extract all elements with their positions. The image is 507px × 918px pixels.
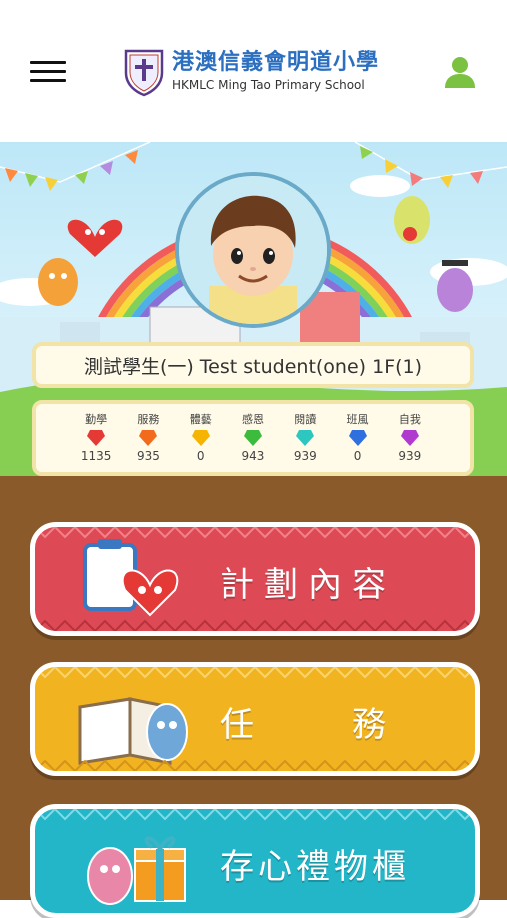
school-logo: 港澳信義會明道小學 HKMLC Ming Tao Primary School <box>122 44 379 100</box>
gift-cabinet-button[interactable]: 存心禮物櫃 <box>30 804 480 918</box>
score-label: 自我 <box>398 413 421 426</box>
orange-heart-gem-icon <box>139 430 158 446</box>
boy-avatar-icon <box>179 176 327 324</box>
zigzag-decoration <box>35 619 475 631</box>
blue-heart-gem-icon <box>348 430 367 446</box>
zigzag-decoration <box>35 809 475 821</box>
gift-mascot-icon <box>87 836 186 905</box>
teal-heart-gem-icon <box>296 430 315 446</box>
green-heart-gem-icon <box>243 430 262 446</box>
score-value: 939 <box>293 449 317 463</box>
task-button[interactable]: 任 務 <box>30 662 480 776</box>
score-value: 939 <box>398 449 422 463</box>
student-name: 測試學生(一) Test student(one) 1F(1) <box>83 355 423 378</box>
score-label: 感恩 <box>241 413 264 426</box>
score-item: 勤學 1135 <box>73 413 119 463</box>
score-value: 0 <box>353 449 362 463</box>
student-name-bar: 測試學生(一) Test student(one) 1F(1) <box>32 342 474 388</box>
student-avatar <box>175 172 331 328</box>
task-label: 任 務 <box>220 705 396 745</box>
score-item: 自我 939 <box>387 413 433 463</box>
school-name-zh: 港澳信義會明道小學 <box>172 50 380 75</box>
score-value: 1135 <box>80 449 112 463</box>
plan-content-label: 計劃內容 <box>220 565 396 605</box>
score-label: 體藝 <box>189 413 212 426</box>
clipboard-heart-icon <box>83 539 179 617</box>
score-label: 服務 <box>137 413 160 426</box>
score-item: 體藝 0 <box>178 413 224 463</box>
score-label: 班風 <box>346 413 369 426</box>
score-item: 服務 935 <box>125 413 171 463</box>
score-value: 943 <box>241 449 265 463</box>
gift-cabinet-label: 存心禮物櫃 <box>220 847 410 887</box>
plan-content-button[interactable]: 計劃內容 <box>30 522 480 636</box>
score-label: 閱讀 <box>294 413 317 426</box>
heart-mascot-left <box>67 219 123 257</box>
score-item: 感恩 943 <box>230 413 276 463</box>
star-mascot-left <box>38 258 78 306</box>
school-crest-icon <box>124 49 164 97</box>
book-mascot-icon <box>78 697 188 765</box>
school-name-en: HKMLC Ming Tao Primary School <box>172 78 365 92</box>
app-header: 港澳信義會明道小學 HKMLC Ming Tao Primary School <box>0 0 507 142</box>
red-heart-gem-icon <box>87 430 106 446</box>
yellow-heart-gem-icon <box>191 430 210 446</box>
score-label: 勤學 <box>85 413 108 426</box>
score-value: 0 <box>196 449 205 463</box>
score-item: 閱讀 939 <box>282 413 328 463</box>
score-panel: 勤學 1135 服務 935 體藝 0 感恩 943 閱讀 939 班風 0 自… <box>32 400 474 476</box>
zigzag-decoration <box>35 759 475 771</box>
hamburger-menu-icon[interactable] <box>30 55 66 89</box>
user-profile-icon[interactable] <box>442 54 478 90</box>
score-item: 班風 0 <box>335 413 381 463</box>
score-value: 935 <box>136 449 160 463</box>
purple-heart-gem-icon <box>400 430 419 446</box>
yellow-mascot-right <box>394 196 430 244</box>
